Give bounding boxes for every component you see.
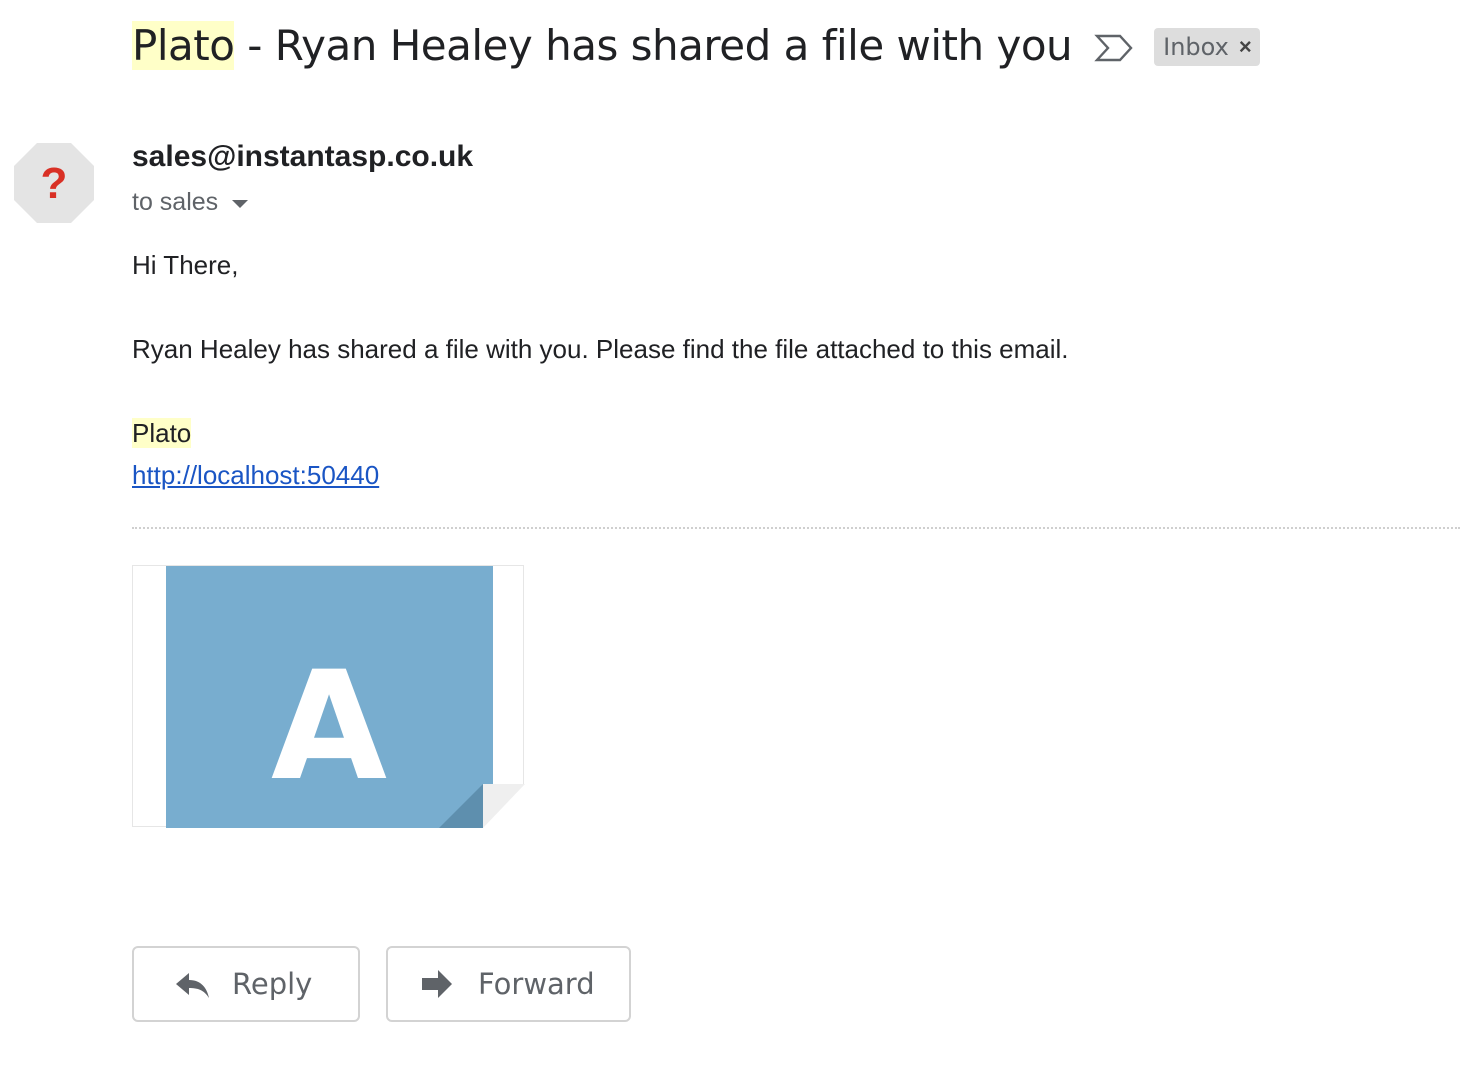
important-marker-icon[interactable] [1094, 33, 1134, 63]
localhost-link[interactable]: http://localhost:50440 [132, 460, 379, 491]
inbox-label-chip: Inbox × [1154, 28, 1260, 66]
greeting: Hi There, [132, 250, 239, 280]
signature-text: Plato [132, 418, 192, 448]
message-text: Ryan Healey has shared a file with you. … [132, 334, 1069, 364]
email-subject: Plato - Ryan Healey has shared a file wi… [132, 14, 1073, 78]
link-text[interactable]: http://localhost:50440 [132, 460, 379, 490]
attachment-divider [132, 527, 1460, 529]
unknown-sender-avatar: ? [13, 142, 95, 224]
remove-label-icon[interactable]: × [1239, 36, 1252, 58]
forward-arrow-icon [422, 970, 452, 998]
subject-text: - Ryan Healey has shared a file with you [234, 21, 1073, 70]
reply-arrow-icon [176, 973, 209, 998]
reply-button[interactable]: Reply [132, 946, 360, 1022]
subject-highlight: Plato [132, 21, 235, 70]
label-text: Inbox [1163, 33, 1229, 61]
subject-row: Plato - Ryan Healey has shared a file wi… [132, 14, 1260, 78]
signature: Plato [132, 418, 192, 449]
forward-button[interactable]: Forward [386, 946, 631, 1022]
file-letter: A [271, 640, 387, 814]
email-view: Plato - Ryan Healey has shared a file wi… [0, 0, 1460, 1071]
reply-label: Reply [232, 967, 313, 1001]
recipients-text: to sales [132, 188, 219, 216]
recipients-toggle[interactable]: to sales [132, 188, 249, 217]
avatar-glyph: ? [41, 159, 68, 208]
caret-down-icon[interactable] [232, 199, 249, 208]
forward-label: Forward [478, 967, 595, 1001]
sender-email: sales@instantasp.co.uk [132, 140, 474, 173]
attachment-thumbnail[interactable]: A [132, 565, 525, 828]
